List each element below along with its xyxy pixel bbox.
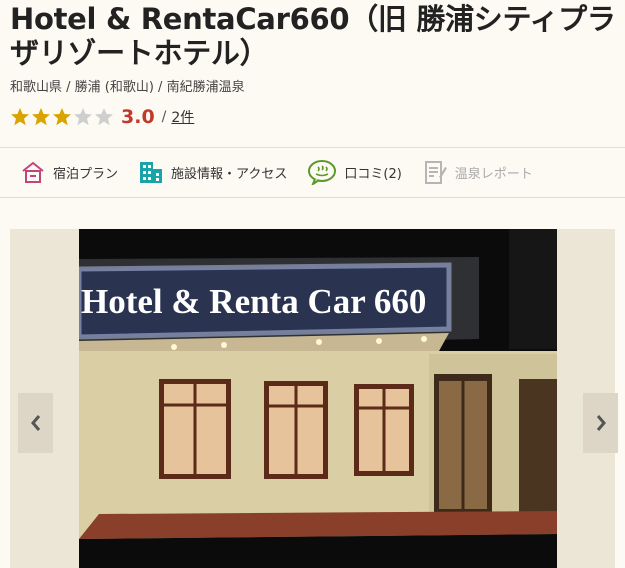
star-icon-5 [95,108,113,126]
nav-item-facility-label: 施設情報・アクセス [171,166,288,182]
nav-bar: 宿泊プラン 施設情報・アクセス 口コミ(2) 温泉レポート [0,148,625,196]
chevron-left-icon [30,415,40,431]
nav-item-onsen-report-label: 温泉レポート [454,166,533,182]
nav-item-reviews-label: 口コミ(2) [344,166,402,182]
slider-prev-button[interactable] [18,393,53,453]
building-icon [138,159,164,185]
house-icon [20,159,46,185]
nav-item-facility[interactable]: 施設情報・アクセス [138,159,287,185]
slider-next-button[interactable] [583,393,618,453]
window-1 [159,379,231,479]
breadcrumb: 和歌山県 / 勝浦 (和歌山) / 南紀勝浦温泉 [10,80,245,95]
star-icon-1 [11,108,29,126]
star-icon-4 [74,108,92,126]
report-icon [422,159,448,185]
rating-score: 3.0 [121,106,155,128]
nav-item-reviews[interactable]: 口コミ(2) [307,159,402,187]
hotel-title: Hotel & RentaCar660（旧 勝浦シティプラザリゾートホテル） [10,2,616,70]
star-icon-2 [32,108,50,126]
onsen-speech-icon [307,159,337,187]
window-2 [264,381,328,479]
window-3 [354,384,414,476]
rating-slash: / [161,109,167,125]
nav-item-onsen-report: 温泉レポート [422,159,533,185]
divider-bottom [0,197,625,198]
nav-item-plans-label: 宿泊プラン [53,166,119,182]
hotel-photo: Hotel & Renta Car 660 [79,229,557,568]
nav-item-plans[interactable]: 宿泊プラン [20,159,118,185]
sign-text: Hotel & Renta Car 660 [81,282,426,321]
review-count-link[interactable]: 2件 [171,107,194,127]
star-icon-3 [53,108,71,126]
rating: 3.0 / 2件 [10,104,194,130]
chevron-right-icon [596,415,606,431]
